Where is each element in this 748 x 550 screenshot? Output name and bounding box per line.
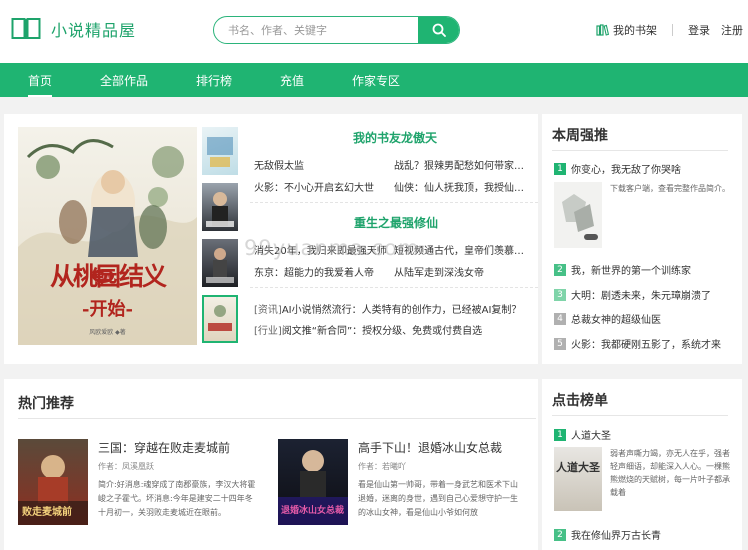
- featured-book-link[interactable]: 仙侠：仙人抚我顶，我授仙…: [394, 179, 530, 194]
- open-book-icon: [11, 18, 41, 39]
- book-cover-thumb[interactable]: 人道大圣: [554, 447, 602, 511]
- cover-text: 败走麦城前: [22, 507, 72, 518]
- thumb-4-selected[interactable]: [202, 295, 238, 343]
- rank-number: 1: [554, 162, 566, 175]
- featured-book-link[interactable]: 无敌假太监: [254, 157, 392, 172]
- rank-item[interactable]: 5 火影：我都硬刚五影了，系统才来: [554, 336, 721, 351]
- rank-item[interactable]: 2 我在修仙界万古长青: [554, 527, 661, 542]
- divider: [250, 287, 538, 288]
- hot-book-author[interactable]: 作者：凤溪凰跃: [98, 461, 154, 472]
- rank-title: 你变心，我无敌了你哭啥: [571, 165, 681, 176]
- divider: [250, 202, 538, 203]
- rank-title: 我在修仙界万古长青: [571, 531, 661, 542]
- hot-title: 热门推荐: [18, 396, 74, 412]
- logo[interactable]: 小说精品屋: [11, 17, 136, 41]
- featured-book-link[interactable]: 战乱？狠辣男配愁如何带家…: [394, 157, 530, 172]
- featured-book-link[interactable]: 火影：不小心开启玄幻大世: [254, 179, 392, 194]
- rank-title: 我，新世界的第一个训练家: [571, 266, 691, 277]
- rank-item[interactable]: 2 我，新世界的第一个训练家: [554, 262, 691, 277]
- divider: [552, 415, 728, 416]
- rank-number: 4: [554, 312, 566, 325]
- hot-recommend-panel: 热门推荐 败走麦城前 三国：穿越在败走麦城前 作者：凤溪凰跃 简介:好消息:魂穿…: [4, 379, 538, 550]
- featured-book-link[interactable]: 消失20年，我归来即最强天师: [254, 242, 392, 257]
- bookshelf-icon: [596, 24, 609, 36]
- cover-text: 人道大圣: [556, 461, 600, 474]
- divider: [18, 418, 536, 419]
- hot-book-title[interactable]: 高手下山！退婚冰山女总裁: [358, 439, 502, 456]
- bookshelf-label: 我的书架: [613, 24, 657, 37]
- cover-subtitle: -开始-: [82, 299, 133, 320]
- weekly-title: 本周强推: [552, 128, 608, 144]
- featured-block2-title[interactable]: 重生之最强修仙: [354, 214, 438, 231]
- hot-book-cover[interactable]: 败走麦城前: [18, 439, 88, 525]
- rank-number: 3: [554, 288, 566, 301]
- rank-item[interactable]: 1 你变心，我无敌了你哭啥: [554, 161, 681, 176]
- rank-title: 火影：我都硬刚五影了，系统才来: [571, 340, 721, 351]
- hot-book-desc: 看是仙山第一帅哥，带着一身武艺和医术下山退婚，迷离的身世，遇到自己心爱想守护一生…: [358, 480, 518, 517]
- rank-number: 2: [554, 263, 566, 276]
- cover-text: 退婚冰山女总裁: [281, 506, 345, 516]
- rank-item[interactable]: 3 大明：剧透未来，朱元璋崩溃了: [554, 287, 711, 302]
- nav-all-works[interactable]: 全部作品: [100, 72, 148, 89]
- click-rank-title: 点击榜单: [552, 393, 608, 409]
- rank-item[interactable]: 4 总裁女神的超级仙医: [554, 311, 661, 326]
- featured-cover[interactable]: 三国 从桃园结义 -开始- 风欧爱欧 ◆著: [18, 127, 197, 345]
- nav-recharge[interactable]: 充值: [280, 72, 304, 89]
- nav-rankings[interactable]: 排行榜: [196, 72, 232, 89]
- cover-author: 风欧爱欧 ◆著: [89, 329, 126, 336]
- rank-detail-text: 弱者声嘶力竭，亦无人在乎，强者轻声细语，却能深入人心。一棵熊熊燃烧的天赋树，每一…: [610, 449, 730, 497]
- news-tag: [资讯]: [254, 305, 282, 316]
- divider: [552, 150, 728, 151]
- news-tag: [行业]: [254, 326, 282, 337]
- rank-title: 大明：剧透未来，朱元璋崩溃了: [571, 291, 711, 302]
- rank-number: 1: [554, 428, 566, 441]
- rank-title: 总裁女神的超级仙医: [571, 315, 661, 326]
- rank-item[interactable]: 1 人道大圣: [554, 427, 611, 442]
- rank-title: 人道大圣: [571, 431, 611, 442]
- rank-number: 5: [554, 337, 566, 350]
- rank-detail: 下载客户端，查看完整作品简介。: [554, 182, 730, 248]
- news-item[interactable]: [行业]阅文推“新合同”：授权分级、免费或付费自选: [254, 322, 482, 337]
- featured-book-link[interactable]: 短视频通古代，皇帝们羡慕…: [394, 242, 530, 257]
- weekly-recommend-panel: 本周强推 1 你变心，我无敌了你哭啥 下载客户端，查看完整作品简介。 2 我，新…: [542, 114, 742, 364]
- featured-panel: 三国 从桃园结义 -开始- 风欧爱欧 ◆著 我的书友龙傲天 无敌假太监 战乱？狠…: [4, 114, 538, 364]
- news-text: 阅文推“新合同”：授权分级、免费或付费自选: [281, 326, 483, 337]
- bookshelf-link[interactable]: 我的书架: [596, 22, 657, 38]
- news-item[interactable]: [资讯]AI小说悄然流行：人类特有的创作力，已经被AI复制？: [254, 301, 521, 316]
- search-icon: [432, 23, 446, 37]
- rank-detail: 人道大圣 弱者声嘶力竭，亦无人在乎，强者轻声细语，却能深入人心。一棵熊熊燃烧的天…: [554, 447, 730, 513]
- header-divider: [672, 24, 673, 36]
- hot-book-cover[interactable]: 退婚冰山女总裁: [278, 439, 348, 525]
- register-link[interactable]: 注册: [721, 22, 743, 38]
- nav-author-zone[interactable]: 作家专区: [352, 72, 400, 89]
- book-cover-thumb[interactable]: [554, 182, 602, 248]
- hot-book-title[interactable]: 三国：穿越在败走麦城前: [98, 439, 230, 456]
- featured-book-link[interactable]: 从陆军走到深浅女帝: [394, 264, 530, 279]
- search-button[interactable]: [418, 17, 459, 43]
- featured-book-link[interactable]: 东京：超能力的我爱着人帝: [254, 264, 392, 279]
- nav-home[interactable]: 首页: [28, 72, 53, 97]
- thumb-2[interactable]: [202, 183, 238, 231]
- logo-text: 小说精品屋: [51, 21, 137, 40]
- header: 小说精品屋 我的书架 登录 注册: [0, 0, 748, 63]
- login-link[interactable]: 登录: [688, 22, 710, 38]
- news-text: AI小说悄然流行：人类特有的创作力，已经被AI复制？: [281, 305, 522, 316]
- main-nav: 首页 全部作品 排行榜 充值 作家专区: [0, 63, 748, 97]
- rank-detail-text: 下载客户端，查看完整作品简介。: [610, 184, 730, 193]
- click-rank-panel: 点击榜单 1 人道大圣 人道大圣 弱者声嘶力竭，亦无人在乎，强者轻声细语，却能深…: [542, 379, 742, 550]
- search-box: [213, 16, 460, 44]
- hot-book-desc: 简介:好消息:魂穿成了南郡豪族，李汉大将霍峻之子霍弋。坏消息:今年是建安二十四年…: [98, 480, 256, 517]
- thumb-1[interactable]: [202, 127, 238, 175]
- hot-book-author[interactable]: 作者：若曦吖: [358, 461, 406, 472]
- thumb-3[interactable]: [202, 239, 238, 287]
- rank-number: 2: [554, 528, 566, 541]
- cover-title: 从桃园结义: [49, 262, 167, 291]
- featured-block1-title[interactable]: 我的书友龙傲天: [353, 129, 437, 146]
- search-input[interactable]: [228, 17, 418, 43]
